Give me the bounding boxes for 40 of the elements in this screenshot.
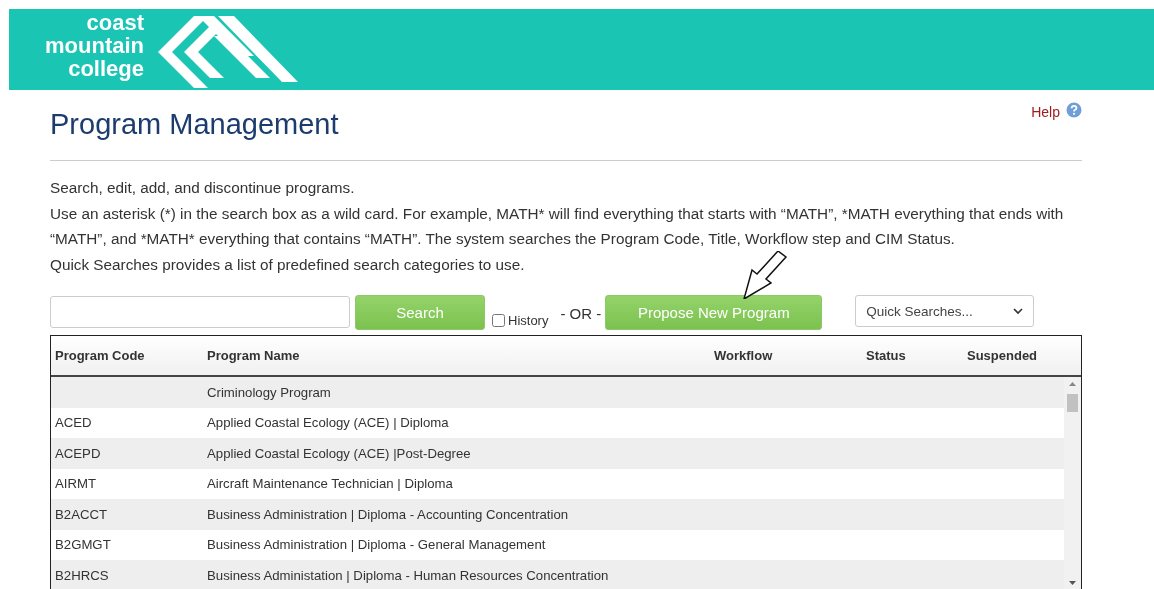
instruction-text: Quick Searches provides a list of predefined search categories to use. bbox=[50, 254, 525, 275]
mountain-logo-icon bbox=[158, 13, 298, 88]
program-name: Applied Coastal Ecology (ACE) |Post-Degree bbox=[207, 445, 471, 461]
program-code: ACEPD bbox=[55, 445, 101, 461]
page-title: Program Management bbox=[50, 108, 340, 141]
table-row[interactable]: AIRMT Aircraft Maintenance Technician | Diploma bbox=[51, 468, 1064, 499]
arrow-drawing bbox=[742, 251, 788, 299]
table-row[interactable]: ACEPD Applied Coastal Ecology (ACE) |Post-Degree bbox=[51, 438, 1064, 469]
program-code: B2GMGT bbox=[55, 537, 111, 553]
column-header[interactable]: Suspended bbox=[963, 348, 1081, 363]
program-name: Criminology Program bbox=[207, 384, 331, 400]
column-header[interactable]: Program Code bbox=[51, 348, 203, 363]
quick-searches-dropdown[interactable]: Quick Searches... bbox=[855, 295, 1035, 327]
column-header[interactable]: Status bbox=[862, 348, 963, 363]
history-label: History bbox=[508, 313, 549, 328]
program-name: Business Administation | Diploma - Human Resources Concentration bbox=[207, 567, 609, 583]
instruction-text: Search, edit, add, and discontinue programs. bbox=[50, 178, 355, 198]
history-checkbox[interactable] bbox=[492, 314, 505, 327]
program-code: B2HRCS bbox=[55, 567, 109, 583]
program-name: Business Administration | Diploma - Accounting Concentration bbox=[207, 506, 569, 522]
table-row[interactable]: B2HRCS Business Administation | Diploma - Human Resources Concentration bbox=[51, 560, 1064, 589]
column-header[interactable]: Program Name bbox=[203, 348, 710, 363]
program-code: B2ACCT bbox=[55, 506, 108, 522]
program-code: ACED bbox=[55, 415, 92, 431]
search-field[interactable] bbox=[50, 296, 350, 328]
chevron-down-icon bbox=[1013, 307, 1024, 315]
table-row[interactable]: ACED Applied Coastal Ecology (ACE) | Diploma bbox=[51, 407, 1064, 438]
table-row[interactable]: Criminology Program bbox=[51, 377, 1064, 408]
help-link[interactable]: Help bbox=[1031, 104, 1060, 120]
or-separator: - OR - bbox=[560, 305, 602, 322]
college-name: coast mountain college bbox=[45, 11, 144, 80]
program-name: Business Administration | Diploma - General Management bbox=[207, 537, 546, 553]
column-header[interactable]: Workflow bbox=[710, 348, 862, 363]
table-row[interactable]: B2GMGT Business Administration | Diploma - General Management bbox=[51, 529, 1064, 560]
help-icon[interactable] bbox=[1066, 102, 1082, 118]
program-name: Applied Coastal Ecology (ACE) | Diploma bbox=[207, 415, 449, 431]
program-code: AIRMT bbox=[55, 476, 97, 492]
table-row[interactable]: B2ACCT Business Administration | Diploma - Accounting Concentration bbox=[51, 499, 1064, 530]
instruction-text: Use an asterisk (*) in the search box as a wild card. For example, MATH* will find everything that starts with “MATH”, *MATH everything that ends with “MATH”, and *MATH* everything that contains “MATH”. The system searches the Program Code, Title, Workflow step and CIM Status. bbox=[50, 203, 1065, 249]
program-name: Aircraft Maintenance Technician | Diploma bbox=[207, 476, 453, 492]
